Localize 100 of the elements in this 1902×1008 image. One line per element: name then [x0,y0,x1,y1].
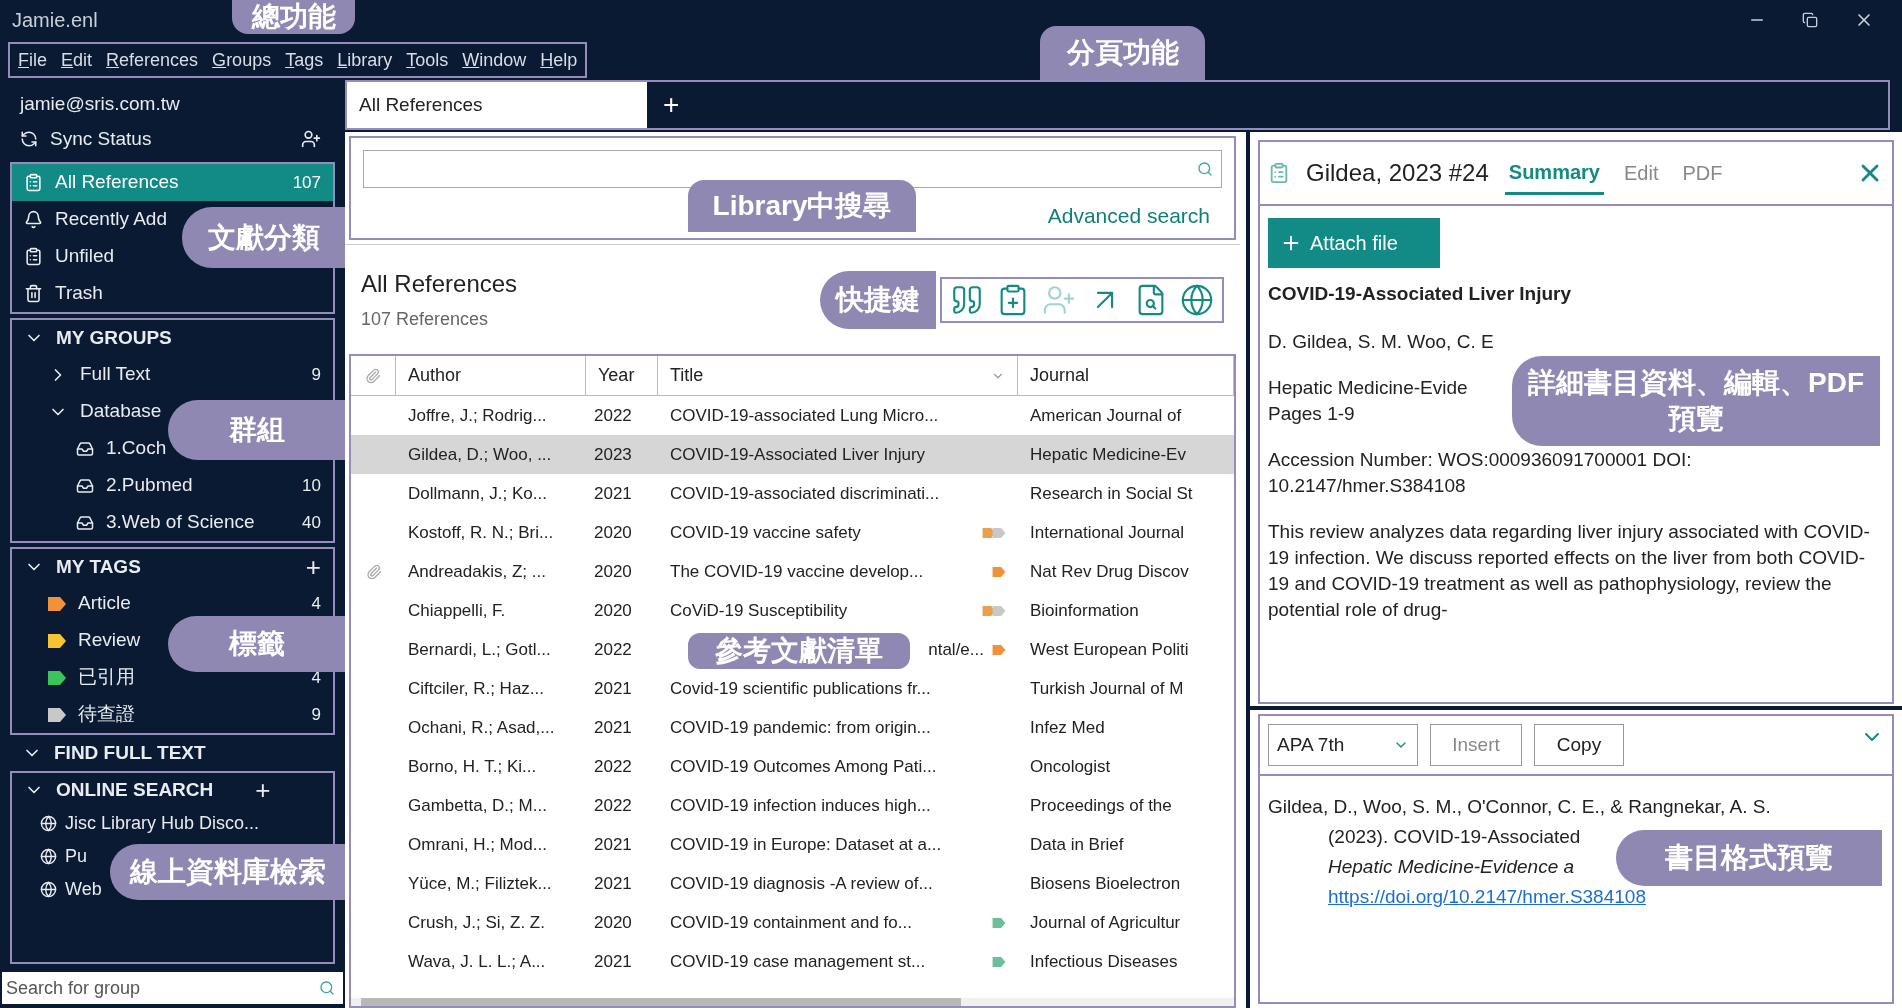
section-heading: MY TAGS [56,554,141,579]
journal-cell: Turkish Journal of M [1030,678,1184,698]
advanced-search-link[interactable]: Advanced search [1047,200,1210,232]
journal-cell: International Journal [1030,522,1185,542]
clipboard-icon [1268,162,1290,184]
menu-item[interactable]: Tags [285,46,324,74]
journal-cell: Infez Med [1030,717,1105,737]
column-header[interactable]: Title [658,356,1018,395]
sidebar-item[interactable]: Unfiled [12,238,127,275]
group-set-item[interactable]: Full Text [80,360,151,389]
online-search-item[interactable]: Pu [65,843,88,870]
author-cell: Omrani, H.; Mod... [408,834,547,854]
sidebar-item[interactable]: Trash [12,275,115,312]
tray-icon [76,439,94,458]
globe-icon[interactable] [1180,282,1214,317]
year-cell: 2021 [594,678,632,698]
column-header[interactable]: Journal [1018,356,1234,395]
author-cell: Joffre, J.; Rodrig... [408,405,547,425]
detail-text: 10.2147/hmer.S384108 [1268,473,1466,498]
tray-icon [76,476,94,495]
journal-cell: Research in Social St [1030,483,1193,503]
group-item[interactable]: 1.Coch [106,434,167,463]
menu-item[interactable]: References [106,46,199,74]
online-search-item[interactable]: Jisc Library Hub Disco... [65,810,260,837]
title-cell-text: COVID-19 vaccine safety [670,521,861,544]
menu-item[interactable]: Library [337,46,393,74]
menu-item[interactable]: Tools [406,46,449,74]
author-cell: Kostoff, R. N.; Bri... [408,522,554,542]
scrollbar[interactable] [361,998,961,1006]
annotation-callout: 群組 [168,400,345,460]
author-cell: Chiappelli, F. [408,600,506,620]
tag-item[interactable]: Article [78,589,131,618]
sidebar-item[interactable]: All References 107 [12,164,333,201]
copy-button[interactable]: Copy [1534,724,1624,766]
journal-cell: Hepatic Medicine-Ev [1030,444,1186,464]
year-cell: 2022 [594,639,632,659]
search-icon [1197,161,1213,177]
tab[interactable]: Edit [1619,151,1663,195]
restore-icon[interactable] [1802,12,1818,28]
menu-item[interactable]: Groups [212,46,272,74]
user-share-icon[interactable] [301,129,321,149]
journal-cell: Oncologist [1030,756,1111,776]
title-cell-text: COVID-19 Outcomes Among Pati... [670,755,937,778]
title-cell-text: CoViD-19 Susceptibility [670,599,848,622]
group-item[interactable]: 2.Pubmed [106,471,193,500]
year-cell: 2021 [594,717,632,737]
annotation-callout: 參考文獻清單 [688,633,910,669]
add-search-button[interactable]: + [255,777,271,803]
year-cell: 2022 [594,405,632,425]
author-cell: Ochani, R.; Asad,... [408,717,555,737]
tag-item[interactable]: 已引用 [78,663,135,692]
annotation-callout: 快捷鍵 [820,271,936,329]
detail-text: D. Gildea, S. M. Woo, C. E [1268,329,1494,354]
paperclip-icon [365,367,381,384]
author-cell: Ciftciler, R.; Haz... [408,678,545,698]
sidebar-item[interactable]: Recently Add [12,201,179,238]
menu-item[interactable]: Window [462,46,527,74]
tab[interactable]: All References [347,82,647,128]
add-tag-button[interactable]: + [305,554,321,580]
tab[interactable]: PDF [1678,151,1727,195]
clipboard-icon [24,173,43,192]
column-header[interactable]: Author [396,356,586,395]
reference-title: COVID-19-Associated Liver Injury [1268,282,1573,306]
globe-icon [40,815,57,832]
tag-count: 4 [311,592,321,615]
journal-cell: Bioinformation [1030,600,1139,620]
online-search-item[interactable]: Web [65,876,102,903]
group-item[interactable]: 3.Web of Science [106,508,255,537]
journal-cell: Biosens Bioelectron [1030,873,1181,893]
section-heading: FIND FULL TEXT [54,740,206,765]
citation-text: (2023). COVID-19-Associated [1328,825,1581,849]
menu-item[interactable]: File [18,46,47,74]
new-tab-button[interactable]: + [663,91,680,119]
title-cell-text: Covid-19 scientific publications fr... [670,677,931,700]
annotation-callout: 書目格式預覽 [1616,830,1882,886]
group-set-item[interactable]: Database [80,397,162,426]
journal-cell: Data in Brief [1030,834,1124,854]
tag-item[interactable]: 待查證 [78,700,135,729]
group-search-field[interactable]: Search for group [2,972,343,1004]
journal-cell: Nat Rev Drug Discov [1030,561,1189,581]
tab[interactable]: Summary [1504,151,1604,195]
title-cell-text: COVID-19 diagnosis -A review of... [670,872,933,895]
author-cell: Dollmann, J.; Ko... [408,483,547,503]
author-cell: Gambetta, D.; M... [408,795,547,815]
detail-text: This review analyzes data regarding liver injury associated with COVID-19 infection. We discuss reported effects on the liver from both COVID-19 and COVID-19 treatment as well as pathophysiology, review the potential role of drug- [1268,519,1871,622]
trash-icon [24,284,43,303]
menu-item[interactable]: Edit [61,46,93,74]
style-dropdown[interactable]: APA 7th [1268,724,1418,766]
bell-icon [24,210,43,229]
year-cell: 2023 [594,444,632,464]
annotation-callout: 總功能 [232,0,355,34]
year-cell: 2021 [594,483,632,503]
menu-item[interactable]: Help [540,46,578,74]
attach-file-button[interactable]: Attach file [1268,218,1440,268]
title-cell-text: COVID-19 containment and fo... [670,911,912,934]
tag-item[interactable]: Review [78,626,141,655]
title-cell-text: The COVID-19 vaccine develop... [670,560,924,583]
author-cell: Andreadakis, Z; ... [408,561,546,581]
author-cell: Yüce, M.; Filiztek... [408,873,552,893]
column-header[interactable]: Year [586,356,658,395]
